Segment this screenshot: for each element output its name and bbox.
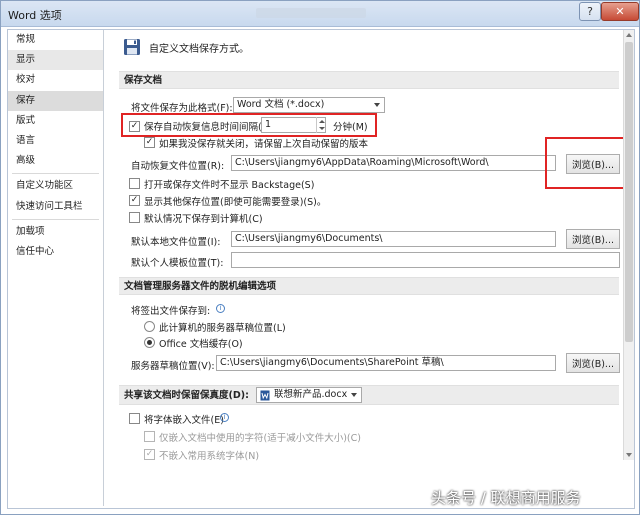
nav-item-language[interactable]: 语言: [8, 131, 103, 151]
info-icon: i: [216, 304, 225, 313]
section-save-documents: 保存文档: [119, 71, 619, 89]
save-format-value: Word 文档 (*.docx): [237, 99, 325, 110]
help-icon: ?: [587, 5, 593, 18]
panel-header-text: 自定义文档保存方式。: [149, 43, 249, 55]
default-save-computer-label: 默认情况下保存到计算机(C): [144, 214, 263, 225]
save-format-dropdown[interactable]: Word 文档 (*.docx): [233, 97, 385, 113]
embed-used-chars-label: 仅嵌入文档中使用的字符(适于减小文件大小)(C): [159, 433, 361, 444]
dropdown-arrow-icon: [374, 103, 380, 107]
save-options-panel: 自定义文档保存方式。 保存文档 将文件保存为此格式(F): Word 文档 (*…: [111, 31, 635, 507]
show-other-locations-label: 显示其他保存位置(即使可能需要登录)(S)。: [144, 197, 327, 208]
title-bar: Word 选项 ? ✕: [1, 1, 639, 27]
vertical-scrollbar[interactable]: [623, 30, 634, 460]
nav-item-general[interactable]: 常规: [8, 30, 103, 50]
browse-drafts-button[interactable]: 浏览(B)...: [566, 353, 620, 373]
radio-office-cache-label: Office 文档缓存(O): [159, 339, 243, 350]
nav-item-display[interactable]: 显示: [8, 50, 103, 71]
scrollbar-thumb[interactable]: [625, 42, 633, 342]
browse-local-button[interactable]: 浏览(B)...: [566, 229, 620, 249]
no-system-fonts-label: 不嵌入常用系统字体(N): [159, 451, 260, 462]
fidelity-document-name: 联想新产品.docx: [274, 389, 348, 400]
highlight-autosave: [121, 113, 377, 137]
keep-last-version-label: 如果我没保存就关闭，请保留上次自动保留的版本: [159, 139, 369, 150]
no-backstage-checkbox[interactable]: [129, 178, 140, 189]
section-fidelity: 共享该文档时保留保真度(D):: [119, 385, 619, 405]
nav-item-proofing[interactable]: 校对: [8, 70, 103, 90]
help-button[interactable]: ?: [579, 2, 601, 21]
radio-server-drafts-label: 此计算机的服务器草稿位置(L): [159, 323, 286, 334]
template-location-input[interactable]: [231, 252, 620, 268]
nav-item-trust-center[interactable]: 信任中心: [8, 242, 103, 262]
show-other-locations-checkbox[interactable]: ✓: [129, 195, 140, 206]
fidelity-document-dropdown[interactable]: 联想新产品.docx: [256, 387, 362, 403]
dropdown-arrow-icon: [351, 393, 357, 397]
drafts-location-label: 服务器草稿位置(V):: [131, 361, 215, 372]
recover-location-input[interactable]: C:\Users\jiangmy6\AppData\Roaming\Micros…: [231, 155, 556, 171]
fidelity-label: 共享该文档时保留保真度(D):: [124, 390, 249, 401]
floppy-save-icon: [123, 38, 141, 56]
embed-fonts-checkbox[interactable]: [129, 413, 140, 424]
blurred-title-area: [256, 8, 366, 18]
section-offline-editing: 文档管理服务器文件的脱机编辑选项: [119, 277, 619, 295]
checkout-label: 将签出文件保存到:: [131, 306, 211, 317]
window-title: Word 选项: [8, 9, 62, 22]
nav-item-quick-access-toolbar[interactable]: 快速访问工具栏: [8, 197, 103, 217]
default-save-computer-checkbox[interactable]: [129, 212, 140, 223]
no-system-fonts-checkbox[interactable]: ✓: [144, 449, 155, 460]
highlight-browse: [545, 137, 629, 189]
word-options-window: Word 选项 ? ✕ 常规 显示 校对 保存 版式 语言 高级 自定义功能区 …: [0, 0, 640, 515]
radio-server-drafts[interactable]: [144, 321, 155, 332]
keep-last-version-checkbox[interactable]: ✓: [144, 137, 155, 148]
nav-divider: [12, 218, 99, 220]
nav-item-save[interactable]: 保存: [8, 90, 103, 111]
embed-used-chars-checkbox[interactable]: [144, 431, 155, 442]
drafts-location-input[interactable]: C:\Users\jiangmy6\Documents\SharePoint 草…: [216, 355, 556, 371]
nav-item-add-ins[interactable]: 加载项: [8, 222, 103, 242]
recover-location-label: 自动恢复文件位置(R):: [131, 161, 225, 172]
embed-fonts-label: 将字体嵌入文件(E): [144, 415, 224, 426]
radio-office-cache[interactable]: [144, 337, 155, 348]
scroll-down-icon[interactable]: [626, 453, 632, 457]
nav-item-customize-ribbon[interactable]: 自定义功能区: [8, 176, 103, 196]
info-icon: i: [220, 413, 229, 422]
close-button[interactable]: ✕: [601, 2, 639, 21]
options-nav: 常规 显示 校对 保存 版式 语言 高级 自定义功能区 快速访问工具栏 加载项 …: [8, 30, 104, 506]
close-icon: ✕: [615, 5, 625, 18]
save-format-label: 将文件保存为此格式(F):: [131, 103, 233, 114]
document-icon: [260, 390, 270, 401]
nav-item-advanced[interactable]: 高级: [8, 151, 103, 171]
panel-header: 自定义文档保存方式。: [123, 37, 249, 57]
watermark-text: 头条号 / 联想商用服务: [431, 489, 581, 507]
no-backstage-label: 打开或保存文件时不显示 Backstage(S): [144, 180, 315, 191]
scroll-up-icon[interactable]: [626, 33, 632, 37]
nav-divider: [12, 173, 99, 175]
local-location-input[interactable]: C:\Users\jiangmy6\Documents\: [231, 231, 556, 247]
nav-item-layout[interactable]: 版式: [8, 111, 103, 131]
template-location-label: 默认个人模板位置(T):: [131, 258, 224, 269]
local-location-label: 默认本地文件位置(I):: [131, 237, 221, 248]
